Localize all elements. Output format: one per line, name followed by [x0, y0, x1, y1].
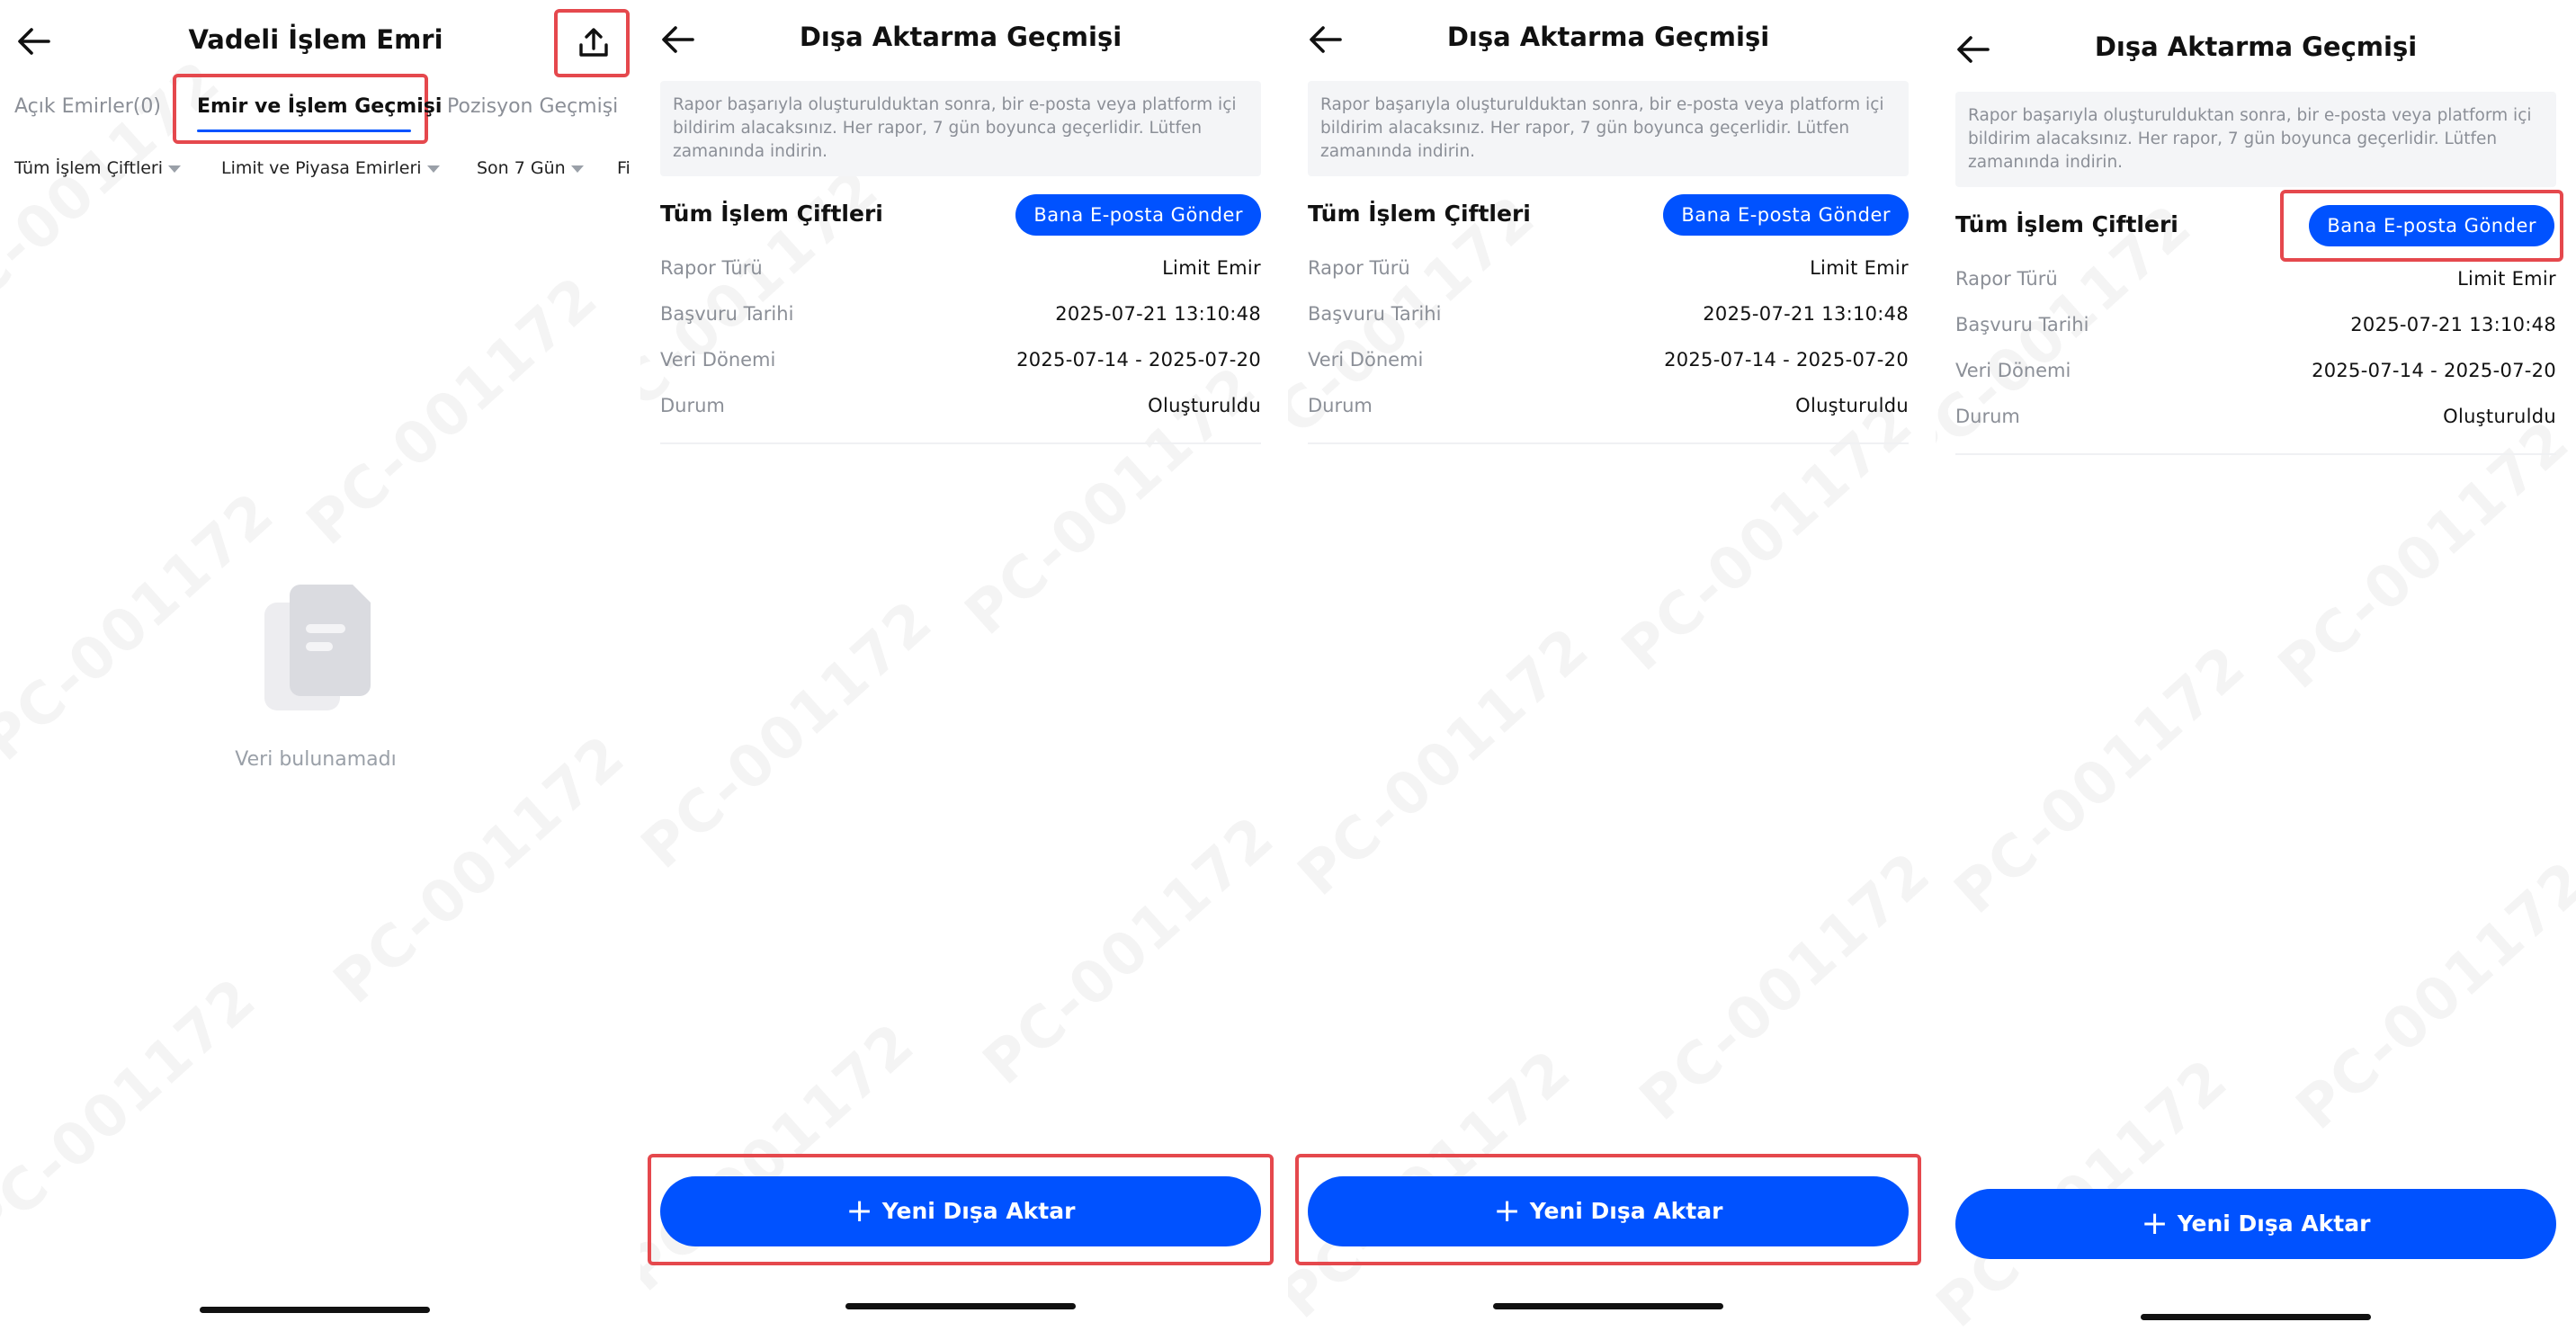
row-value: Oluşturuldu — [1148, 395, 1261, 416]
plus-icon: + — [1493, 1193, 1521, 1229]
caret-down-icon — [168, 165, 182, 173]
caret-down-icon — [570, 165, 584, 173]
new-export-button[interactable]: + Yeni Dışa Aktar — [660, 1176, 1261, 1246]
notice-banner: Rapor başarıyla oluşturulduktan sonra, b… — [1955, 92, 2556, 187]
watermark: PC-001172 — [971, 803, 1281, 1097]
export-upload-icon[interactable] — [576, 25, 612, 61]
row-label: Durum — [660, 395, 725, 416]
row-label: Başvuru Tarihi — [1955, 314, 2089, 335]
filter-label: Tüm İşlem Çiftleri — [14, 158, 164, 178]
active-tab-indicator — [197, 130, 411, 132]
row-label: Durum — [1308, 395, 1373, 416]
watermark: PC-001172 — [2285, 848, 2576, 1142]
watermark: PC-001172 — [1288, 183, 1549, 477]
divider — [1955, 453, 2556, 455]
watermark: PC-001172 — [1288, 614, 1603, 908]
row-label: Durum — [1955, 406, 2020, 427]
notice-banner: Rapor başarıyla oluşturulduktan sonra, b… — [1308, 81, 1909, 176]
empty-document-icon — [264, 585, 371, 710]
filter-order-type[interactable]: Limit ve Piyasa Emirleri — [221, 158, 440, 178]
empty-state-text: Veri bulunamadı — [235, 748, 397, 771]
trading-pairs-label: Tüm İşlem Çiftleri — [1308, 201, 1531, 227]
export-history-screen: PC-001172 PC-001172 PC-001172 PC-001172 … — [1936, 0, 2576, 1331]
new-export-button[interactable]: + Yeni Dışa Aktar — [1308, 1176, 1909, 1246]
page-title: Dışa Aktarma Geçmişi — [799, 22, 1123, 52]
row-value: Limit Emir — [2457, 268, 2556, 290]
row-label: Veri Dönemi — [660, 349, 776, 371]
watermark: PC-001172 — [1943, 632, 2259, 926]
row-value: 2025-07-21 13:10:48 — [1703, 303, 1909, 325]
watermark: PC-001172 — [0, 479, 288, 773]
plus-icon: + — [845, 1193, 873, 1229]
page-title: Dışa Aktarma Geçmişi — [1446, 22, 1770, 52]
tab-open-orders[interactable]: Açık Emirler(0) — [14, 95, 161, 118]
row-value: 2025-07-14 - 2025-07-20 — [1016, 349, 1261, 371]
watermark: PC-001172 — [2267, 407, 2576, 701]
home-indicator — [1493, 1303, 1723, 1309]
application-date-row: Başvuru Tarihi 2025-07-21 13:10:48 — [1308, 299, 1909, 329]
new-export-label: Yeni Dışa Aktar — [881, 1198, 1076, 1224]
filter-label: Son 7 Gün — [477, 158, 566, 178]
row-value: 2025-07-14 - 2025-07-20 — [2312, 360, 2556, 381]
plus-icon: + — [2141, 1205, 2169, 1242]
watermark: PC-001172 — [0, 965, 270, 1259]
caret-down-icon — [426, 165, 440, 173]
watermark: PC-001172 — [295, 264, 612, 558]
data-period-row: Veri Dönemi 2025-07-14 - 2025-07-20 — [1308, 344, 1909, 375]
page-title: Dışa Aktarma Geçmişi — [2094, 31, 2418, 62]
row-value: Limit Emir — [1162, 257, 1261, 279]
row-value: Oluşturuldu — [1795, 395, 1909, 416]
row-value: 2025-07-21 13:10:48 — [2350, 314, 2556, 335]
application-date-row: Başvuru Tarihi 2025-07-21 13:10:48 — [660, 299, 1261, 329]
row-label: Başvuru Tarihi — [660, 303, 794, 325]
status-row: Durum Oluşturuldu — [1955, 401, 2556, 432]
row-value: 2025-07-14 - 2025-07-20 — [1664, 349, 1909, 371]
new-export-label: Yeni Dışa Aktar — [1529, 1198, 1723, 1224]
filter-time-range[interactable]: Son 7 Gün — [477, 158, 584, 178]
trading-pairs-label: Tüm İşlem Çiftleri — [1955, 211, 2178, 237]
watermark: PC-001172 — [1628, 839, 1928, 1133]
notice-banner: Rapor başarıyla oluşturulduktan sonra, b… — [660, 81, 1261, 176]
data-period-row: Veri Dönemi 2025-07-14 - 2025-07-20 — [1955, 355, 2556, 386]
row-label: Veri Dönemi — [1308, 349, 1424, 371]
report-type-row: Rapor Türü Limit Emir — [1955, 264, 2556, 294]
trading-pairs-label: Tüm İşlem Çiftleri — [660, 201, 883, 227]
watermark: PC-001172 — [640, 587, 946, 881]
divider — [1308, 442, 1909, 444]
tab-position-history[interactable]: Pozisyon Geçmişi — [447, 95, 618, 118]
filter-trading-pairs[interactable]: Tüm İşlem Çiftleri — [14, 158, 182, 178]
export-history-screen: PC-001172 PC-001172 PC-001172 PC-001172 … — [1288, 0, 1928, 1331]
row-label: Başvuru Tarihi — [1308, 303, 1442, 325]
report-type-row: Rapor Türü Limit Emir — [660, 253, 1261, 283]
data-period-row: Veri Dönemi 2025-07-14 - 2025-07-20 — [660, 344, 1261, 375]
row-label: Veri Dönemi — [1955, 360, 2071, 381]
filter-label: Limit ve Piyasa Emirleri — [221, 158, 422, 178]
filter-more[interactable]: Fil — [617, 158, 631, 178]
row-label: Rapor Türü — [660, 257, 763, 279]
application-date-row: Başvuru Tarihi 2025-07-21 13:10:48 — [1955, 309, 2556, 340]
watermark: PC-001172 — [1610, 389, 1927, 683]
send-email-button[interactable]: Bana E-posta Gönder — [1015, 194, 1261, 236]
page-title: Vadeli İşlem Emri — [188, 24, 443, 55]
export-history-screen: PC-001172 PC-001172 PC-001172 PC-001172 … — [640, 0, 1281, 1331]
tab-order-trade-history[interactable]: Emir ve İşlem Geçmişi — [197, 95, 442, 118]
orders-screen: PC-001172 PC-001172 PC-001172 PC-001172 … — [0, 0, 631, 1331]
send-email-button[interactable]: Bana E-posta Gönder — [2309, 205, 2554, 246]
row-label: Rapor Türü — [1955, 268, 2058, 290]
new-export-label: Yeni Dışa Aktar — [2177, 1210, 2371, 1237]
row-value: Limit Emir — [1810, 257, 1909, 279]
home-indicator — [845, 1303, 1076, 1309]
row-value: Oluşturuldu — [2443, 406, 2556, 427]
status-row: Durum Oluşturuldu — [660, 390, 1261, 421]
status-row: Durum Oluşturuldu — [1308, 390, 1909, 421]
new-export-button[interactable]: + Yeni Dışa Aktar — [1955, 1189, 2556, 1259]
home-indicator — [2141, 1314, 2371, 1320]
divider — [660, 442, 1261, 444]
home-indicator — [200, 1307, 430, 1313]
row-value: 2025-07-21 13:10:48 — [1055, 303, 1261, 325]
report-type-row: Rapor Türü Limit Emir — [1308, 253, 1909, 283]
row-label: Rapor Türü — [1308, 257, 1410, 279]
send-email-button[interactable]: Bana E-posta Gönder — [1663, 194, 1909, 236]
